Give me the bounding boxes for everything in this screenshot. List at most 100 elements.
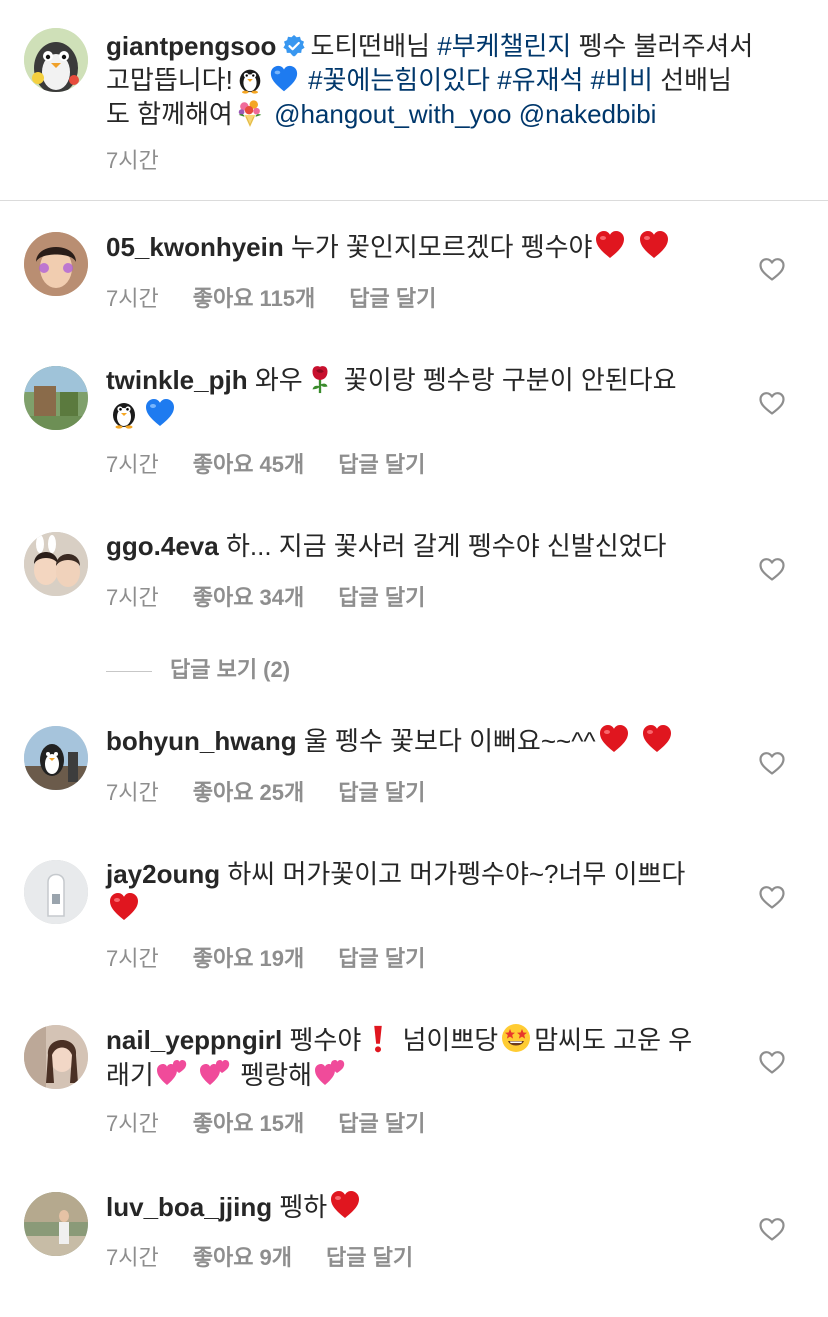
comment-meta: 7시간 좋아요 115개 답글 달기 [106,281,436,313]
reply-button[interactable]: 답글 달기 [338,447,425,479]
hashtag-link[interactable]: #꽃에는힘이있다 [308,65,490,95]
timestamp[interactable]: 7시간 [106,580,159,612]
timestamp[interactable]: 7시간 [106,775,159,807]
avatar[interactable] [24,232,88,296]
two-hearts-emoji [199,1057,231,1089]
timestamp[interactable]: 7시간 [106,1240,159,1272]
comment-text: nail_yeppngirl 펭수야 넘이쁘당 맘씨도 고운 우 래기 펭랑해 [106,1022,786,1092]
rose-emoji [305,364,335,394]
avatar-photo [24,1192,88,1256]
avatar-photo [24,532,88,596]
comment-body: 맘씨도 고운 우 [534,1025,693,1055]
timestamp[interactable]: 7시간 [106,281,159,313]
comment-body: 하씨 머가꽃이고 머가펭수야~?너무 이쁘다 [227,859,686,889]
comment-username[interactable]: twinkle_pjh [106,365,248,395]
reply-button[interactable]: 답글 달기 [338,775,425,807]
reply-button[interactable]: 답글 달기 [326,1240,413,1272]
hashtag-link[interactable]: #부케챌린지 [437,31,571,61]
red-heart-emoji [329,1189,361,1221]
caption-text: giantpengsoo 도티떤배님 #부케챌린지 펭수 불러주셔서 고맙뜹니다!… [106,29,806,131]
reply-button[interactable]: 답글 달기 [349,281,436,313]
avatar[interactable] [24,1025,88,1089]
timestamp[interactable]: 7시간 [106,143,159,175]
divider [0,200,828,201]
two-hearts-emoji [314,1057,346,1089]
timestamp[interactable]: 7시간 [106,447,159,479]
avatar[interactable] [24,860,88,924]
likes-count[interactable]: 좋아요 45개 [193,447,305,479]
avatar[interactable] [24,726,88,790]
penguin-emoji [108,397,140,429]
red-heart-emoji [108,891,140,923]
reply-button[interactable]: 답글 달기 [338,941,425,973]
timestamp[interactable]: 7시간 [106,1106,159,1138]
heart-outline-icon[interactable] [758,555,786,583]
timestamp[interactable]: 7시간 [106,941,159,973]
comment-username[interactable]: jay2oung [106,859,220,889]
avatar[interactable] [24,1192,88,1256]
red-heart-emoji [641,723,673,755]
likes-count[interactable]: 좋아요 15개 [193,1106,305,1138]
red-heart-emoji [638,229,670,261]
heart-outline-icon[interactable] [758,749,786,777]
caption-line3: 도 함께해여 [106,99,233,129]
comment-body: 꽃이랑 펭수랑 구분이 안된다요 [343,365,677,395]
comment-body: 울 펭수 꽃보다 이뻐요~~^^ [303,726,596,756]
likes-count[interactable]: 좋아요 34개 [193,580,305,612]
comment-body: 펭하 [279,1192,328,1222]
likes-count[interactable]: 좋아요 9개 [193,1240,292,1272]
caption-line1: 도티떤배님 [310,31,431,61]
blue-heart-emoji [144,397,176,429]
view-replies-label: 답글 보기 (2) [170,657,291,682]
comment-body: 넘이쁘당 [402,1025,499,1055]
avatar-photo [24,366,88,430]
caption-meta: 7시간 [106,143,159,175]
heart-outline-icon[interactable] [758,1048,786,1076]
avatar-photo [24,1025,88,1089]
caption-line2: 고맙뜹니다! [106,65,233,95]
blue-heart-emoji [269,64,299,94]
penguin-emoji [235,64,265,94]
avatar[interactable] [24,28,88,92]
comment-body: 펭수야 [289,1025,362,1055]
caption-line1-cont: 펭수 불러주셔서 [578,31,754,61]
comment-text: luv_boa_jjing 펭하 [106,1189,786,1224]
hashtag-link[interactable]: #유재석 [497,65,583,95]
caption-username[interactable]: giantpengsoo [106,31,276,61]
heart-outline-icon[interactable] [758,1215,786,1243]
likes-count[interactable]: 좋아요 115개 [193,281,316,313]
post-caption: giantpengsoo 도티떤배님 #부케챌린지 펭수 불러주셔서 고맙뜹니다!… [0,0,828,200]
red-heart-emoji [598,723,630,755]
comment-meta: 7시간 좋아요 15개 답글 달기 [106,1106,425,1138]
reply-button[interactable]: 답글 달기 [338,580,425,612]
reply-button[interactable]: 답글 달기 [338,1106,425,1138]
star-struck-emoji [500,1022,532,1054]
hashtag-link[interactable]: #비비 [591,65,653,95]
comment-username[interactable]: 05_kwonhyein [106,232,284,262]
comment-meta: 7시간 좋아요 25개 답글 달기 [106,775,425,807]
comment-username[interactable]: luv_boa_jjing [106,1192,272,1222]
view-replies-button[interactable]: 답글 보기 (2) [106,652,291,682]
heart-outline-icon[interactable] [758,389,786,417]
comment-body: 래기 [106,1060,154,1090]
avatar-photo [24,726,88,790]
heart-outline-icon[interactable] [758,255,786,283]
comment-meta: 7시간 좋아요 9개 답글 달기 [106,1240,413,1272]
comment-text: twinkle_pjh 와우 꽃이랑 펭수랑 구분이 안된다요 [106,363,786,432]
penguin-avatar-icon [24,28,88,92]
comment-username[interactable]: nail_yeppngirl [106,1025,282,1055]
caption-line2-cont: 선배님 [660,65,732,95]
comment-body: 와우 [254,365,303,395]
mention-link[interactable]: @nakedbibi [519,99,657,129]
likes-count[interactable]: 좋아요 25개 [193,775,305,807]
comment-meta: 7시간 좋아요 45개 답글 달기 [106,447,425,479]
likes-count[interactable]: 좋아요 19개 [193,941,305,973]
avatar[interactable] [24,532,88,596]
heart-outline-icon[interactable] [758,883,786,911]
comment-body: 펭랑해 [240,1060,313,1090]
avatar[interactable] [24,366,88,430]
comment-username[interactable]: bohyun_hwang [106,726,297,756]
verified-badge-icon [283,35,306,57]
comment-username[interactable]: ggo.4eva [106,531,219,561]
mention-link[interactable]: @hangout_with_yoo [274,99,511,129]
